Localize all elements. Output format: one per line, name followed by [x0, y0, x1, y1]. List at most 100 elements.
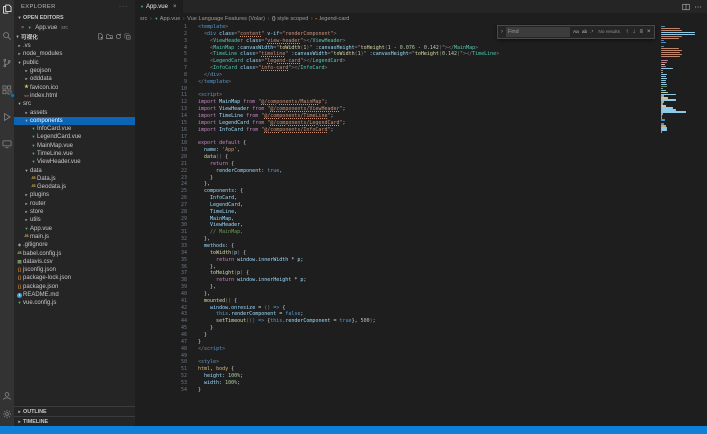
- line-number[interactable]: 39: [135, 284, 187, 291]
- search-icon[interactable]: [1, 30, 13, 42]
- code-line[interactable]: mounted() {: [198, 298, 659, 305]
- line-number[interactable]: 24: [135, 181, 187, 188]
- explorer-icon[interactable]: [1, 3, 13, 15]
- code-line[interactable]: },: [198, 284, 659, 291]
- minimap[interactable]: [659, 24, 697, 426]
- code-line[interactable]: height: 100%;: [198, 373, 659, 380]
- line-number[interactable]: 45: [135, 325, 187, 332]
- code-line[interactable]: toHeight(p) {: [198, 270, 659, 277]
- new-file-icon[interactable]: [97, 33, 104, 42]
- breadcrumb-item[interactable]: {}style scoped: [272, 16, 309, 22]
- code-line[interactable]: </template>: [198, 79, 659, 86]
- code-line[interactable]: data() {: [198, 154, 659, 161]
- open-editor-item-app-vue[interactable]: × ▼ App.vue src: [14, 23, 135, 32]
- line-number[interactable]: 47: [135, 339, 187, 346]
- whole-word-icon[interactable]: ab: [582, 30, 587, 35]
- line-number[interactable]: 28: [135, 209, 187, 216]
- code-line[interactable]: export default {: [198, 140, 659, 147]
- line-number[interactable]: 35: [135, 257, 187, 264]
- tree-item--vs[interactable]: ▸.vs: [14, 42, 135, 50]
- code-line[interactable]: ViewHeader,: [198, 222, 659, 229]
- line-number[interactable]: 16: [135, 127, 187, 134]
- settings-icon[interactable]: [1, 408, 13, 420]
- line-number[interactable]: 7: [135, 65, 187, 72]
- next-match-icon[interactable]: ↓: [632, 29, 635, 35]
- tree-item-favicon-ico[interactable]: ★favicon.ico: [14, 83, 135, 91]
- line-number[interactable]: 12: [135, 99, 187, 106]
- code-line[interactable]: setTimeout(() => {this.renderComponent =…: [198, 318, 659, 325]
- code-line[interactable]: import MainMap from "@/components/MainMa…: [198, 99, 659, 106]
- run-debug-icon[interactable]: [1, 111, 13, 123]
- tree-item-assets[interactable]: ▸assets: [14, 108, 135, 116]
- line-number[interactable]: 42: [135, 305, 187, 312]
- breadcrumb-item[interactable]: ▪.legend-card: [315, 16, 349, 22]
- line-number[interactable]: 40: [135, 291, 187, 298]
- line-number[interactable]: 9: [135, 79, 187, 86]
- code-line[interactable]: <script>: [198, 92, 659, 99]
- code-line[interactable]: <TimeLine class="timeline" :canvasWidth=…: [198, 51, 659, 58]
- tree-item-odddata[interactable]: ▸odddata: [14, 75, 135, 83]
- code-line[interactable]: </script>: [198, 346, 659, 353]
- more-actions-icon[interactable]: ···: [119, 4, 128, 10]
- scrollbar-track[interactable]: [697, 24, 707, 426]
- new-folder-icon[interactable]: [106, 33, 113, 42]
- tree-item-vue-config-js[interactable]: ▼vue.config.js: [14, 299, 135, 307]
- close-icon[interactable]: ×: [173, 4, 177, 10]
- tree-item-timeline-vue[interactable]: ▼TimeLine.vue: [14, 150, 135, 158]
- tree-item-store[interactable]: ▸store: [14, 208, 135, 216]
- line-number[interactable]: 38: [135, 277, 187, 284]
- tree-item-geojson[interactable]: ▸geojson: [14, 67, 135, 75]
- toggle-replace-icon[interactable]: ›: [501, 29, 503, 35]
- tree-item-utils[interactable]: ▸utils: [14, 216, 135, 224]
- tree-item-package-lock-json[interactable]: {}package-lock.json: [14, 274, 135, 282]
- line-number[interactable]: 32: [135, 236, 187, 243]
- code-line[interactable]: renderComponent: true,: [198, 168, 659, 175]
- line-number[interactable]: 19: [135, 147, 187, 154]
- code-line[interactable]: },: [198, 181, 659, 188]
- code-line[interactable]: components: {: [198, 188, 659, 195]
- code-line[interactable]: [198, 86, 659, 93]
- line-number[interactable]: 21: [135, 161, 187, 168]
- code-line[interactable]: width: 100%;: [198, 380, 659, 387]
- tree-item--gitignore[interactable]: ◆.gitignore: [14, 241, 135, 249]
- close-icon[interactable]: ×: [647, 29, 651, 35]
- line-number[interactable]: 11: [135, 92, 187, 99]
- line-number[interactable]: 4: [135, 45, 187, 52]
- code-line[interactable]: import TimeLine from "@/components/TimeL…: [198, 113, 659, 120]
- tree-item-plugins[interactable]: ▸plugins: [14, 191, 135, 199]
- line-number[interactable]: 46: [135, 332, 187, 339]
- line-number[interactable]: 10: [135, 86, 187, 93]
- code-line[interactable]: methods: {: [198, 243, 659, 250]
- code-line[interactable]: <style>: [198, 359, 659, 366]
- line-number[interactable]: 51: [135, 366, 187, 373]
- tree-item-babel-config-js[interactable]: JSbabel.config.js: [14, 249, 135, 257]
- line-number[interactable]: 26: [135, 195, 187, 202]
- code-line[interactable]: import LegendCard from "@/components/Leg…: [198, 120, 659, 127]
- line-number[interactable]: 23: [135, 175, 187, 182]
- code-line[interactable]: <InfoCard class="info-card"></InfoCard>: [198, 65, 659, 72]
- tree-item-readme-md[interactable]: iREADME.md: [14, 291, 135, 299]
- tree-item-geodata-js[interactable]: JSGeodata.js: [14, 183, 135, 191]
- line-number[interactable]: 37: [135, 270, 187, 277]
- account-icon[interactable]: [1, 390, 13, 402]
- code-line[interactable]: },: [198, 291, 659, 298]
- line-number[interactable]: 53: [135, 380, 187, 387]
- line-number[interactable]: 49: [135, 353, 187, 360]
- tab-app-vue[interactable]: ▼ App.vue ×: [135, 0, 183, 13]
- tree-item-infocard-vue[interactable]: ▼InfoCard.vue: [14, 125, 135, 133]
- breadcrumb-item[interactable]: ▼App.vue: [154, 16, 180, 22]
- line-number[interactable]: 2: [135, 31, 187, 38]
- code-line[interactable]: import InfoCard from "@/components/InfoC…: [198, 127, 659, 134]
- remote-explorer-icon[interactable]: [1, 138, 13, 150]
- match-case-icon[interactable]: Aa: [573, 30, 579, 35]
- line-number[interactable]: 48: [135, 346, 187, 353]
- tree-item-router[interactable]: ▸router: [14, 200, 135, 208]
- code-line[interactable]: return {: [198, 161, 659, 168]
- tree-item-components[interactable]: ▾components: [14, 117, 135, 125]
- code-line[interactable]: toWidth(p) {: [198, 250, 659, 257]
- line-number[interactable]: 52: [135, 373, 187, 380]
- tree-item-legendcard-vue[interactable]: ▼LegendCard.vue: [14, 133, 135, 141]
- code-line[interactable]: html, body {: [198, 366, 659, 373]
- code-line[interactable]: }: [198, 332, 659, 339]
- code-line[interactable]: <MainMap :canvasWidth="toWidth(1)" :canv…: [198, 45, 659, 52]
